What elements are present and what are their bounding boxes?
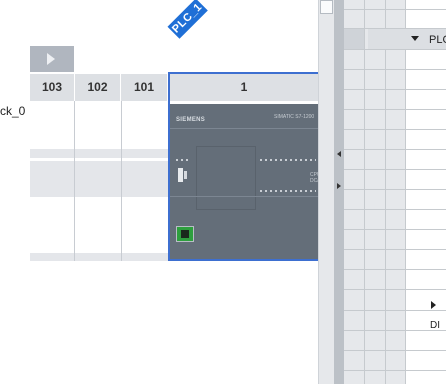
module-divider: [170, 196, 318, 197]
grid-row-line: [344, 209, 446, 210]
play-arrow-icon: [47, 53, 55, 65]
grid-row-line: [344, 109, 446, 110]
module-cover-panel: [196, 146, 256, 210]
grid-row-di-label: DI: [430, 320, 440, 331]
rack-band-middle: [30, 161, 168, 197]
grid-column: [386, 0, 405, 384]
grid-row-line: [344, 249, 446, 250]
grid-row-plc-label: PLC: [429, 34, 446, 46]
grid-row-line: [344, 149, 446, 150]
collapse-right-icon[interactable]: [337, 183, 341, 189]
grid-row-line: [344, 69, 446, 70]
slot-1-selected[interactable]: 1 SIEMENS SIMATIC S7-1200 CPU DC/: [168, 72, 318, 261]
slot-header-101[interactable]: 101: [121, 74, 168, 101]
memory-card-slot: [184, 171, 187, 179]
collapse-left-icon[interactable]: [337, 151, 341, 157]
grid-column-name: [406, 0, 446, 384]
grid-row-line: [344, 289, 446, 290]
plc-name-tag[interactable]: PLC_1: [167, 0, 208, 39]
grid-column: [344, 0, 364, 384]
module-divider: [170, 128, 318, 129]
grid-row-line: [344, 49, 446, 50]
output-leds: [260, 190, 316, 192]
grid-row-line: [344, 350, 446, 351]
chevron-down-icon[interactable]: [411, 36, 419, 41]
cpu-model-label: SIMATIC S7-1200: [274, 114, 315, 120]
grid-column: [365, 0, 385, 384]
grid-row-line: [344, 229, 446, 230]
device-overview-grid[interactable]: PLC DI: [344, 0, 446, 384]
rack-band-bottom: [30, 253, 168, 261]
grid-row-line: [344, 89, 446, 90]
device-view-canvas[interactable]: PLC_1 ck_0 103 102 101 1 SIEMENS SIMATIC…: [0, 0, 318, 384]
profinet-port[interactable]: [176, 226, 194, 242]
scrollbar-thumb[interactable]: [320, 0, 333, 14]
cpu-type-label: CPU DC/: [310, 172, 318, 184]
grid-row-line: [344, 269, 446, 270]
slot-divider: [74, 101, 75, 261]
grid-row-line: [344, 9, 446, 10]
status-leds: [176, 159, 190, 161]
slot-divider: [121, 101, 122, 261]
grid-selected-cell: [344, 29, 364, 49]
memory-card-slot: [178, 168, 183, 182]
slot-header-103[interactable]: 103: [30, 74, 75, 101]
grid-row-line: [344, 310, 446, 311]
siemens-logo: SIEMENS: [176, 117, 206, 123]
slot-header-102[interactable]: 102: [75, 74, 121, 101]
expand-rack-button[interactable]: [30, 46, 74, 72]
empty-slots-area[interactable]: [30, 101, 168, 261]
slot-header-1[interactable]: 1: [170, 74, 318, 101]
vertical-scrollbar[interactable]: [318, 0, 334, 384]
grid-row-line: [344, 169, 446, 170]
panel-splitter[interactable]: [334, 0, 344, 384]
grid-row-line: [344, 370, 446, 371]
input-leds: [260, 159, 316, 161]
grid-row-line: [344, 129, 446, 130]
ethernet-port-icon: [181, 230, 189, 238]
rack-label: ck_0: [0, 104, 26, 118]
chevron-right-icon[interactable]: [431, 301, 436, 309]
rack-band-top: [30, 149, 168, 158]
grid-row-line: [344, 189, 446, 190]
cpu-module[interactable]: SIEMENS SIMATIC S7-1200 CPU DC/: [170, 104, 318, 259]
